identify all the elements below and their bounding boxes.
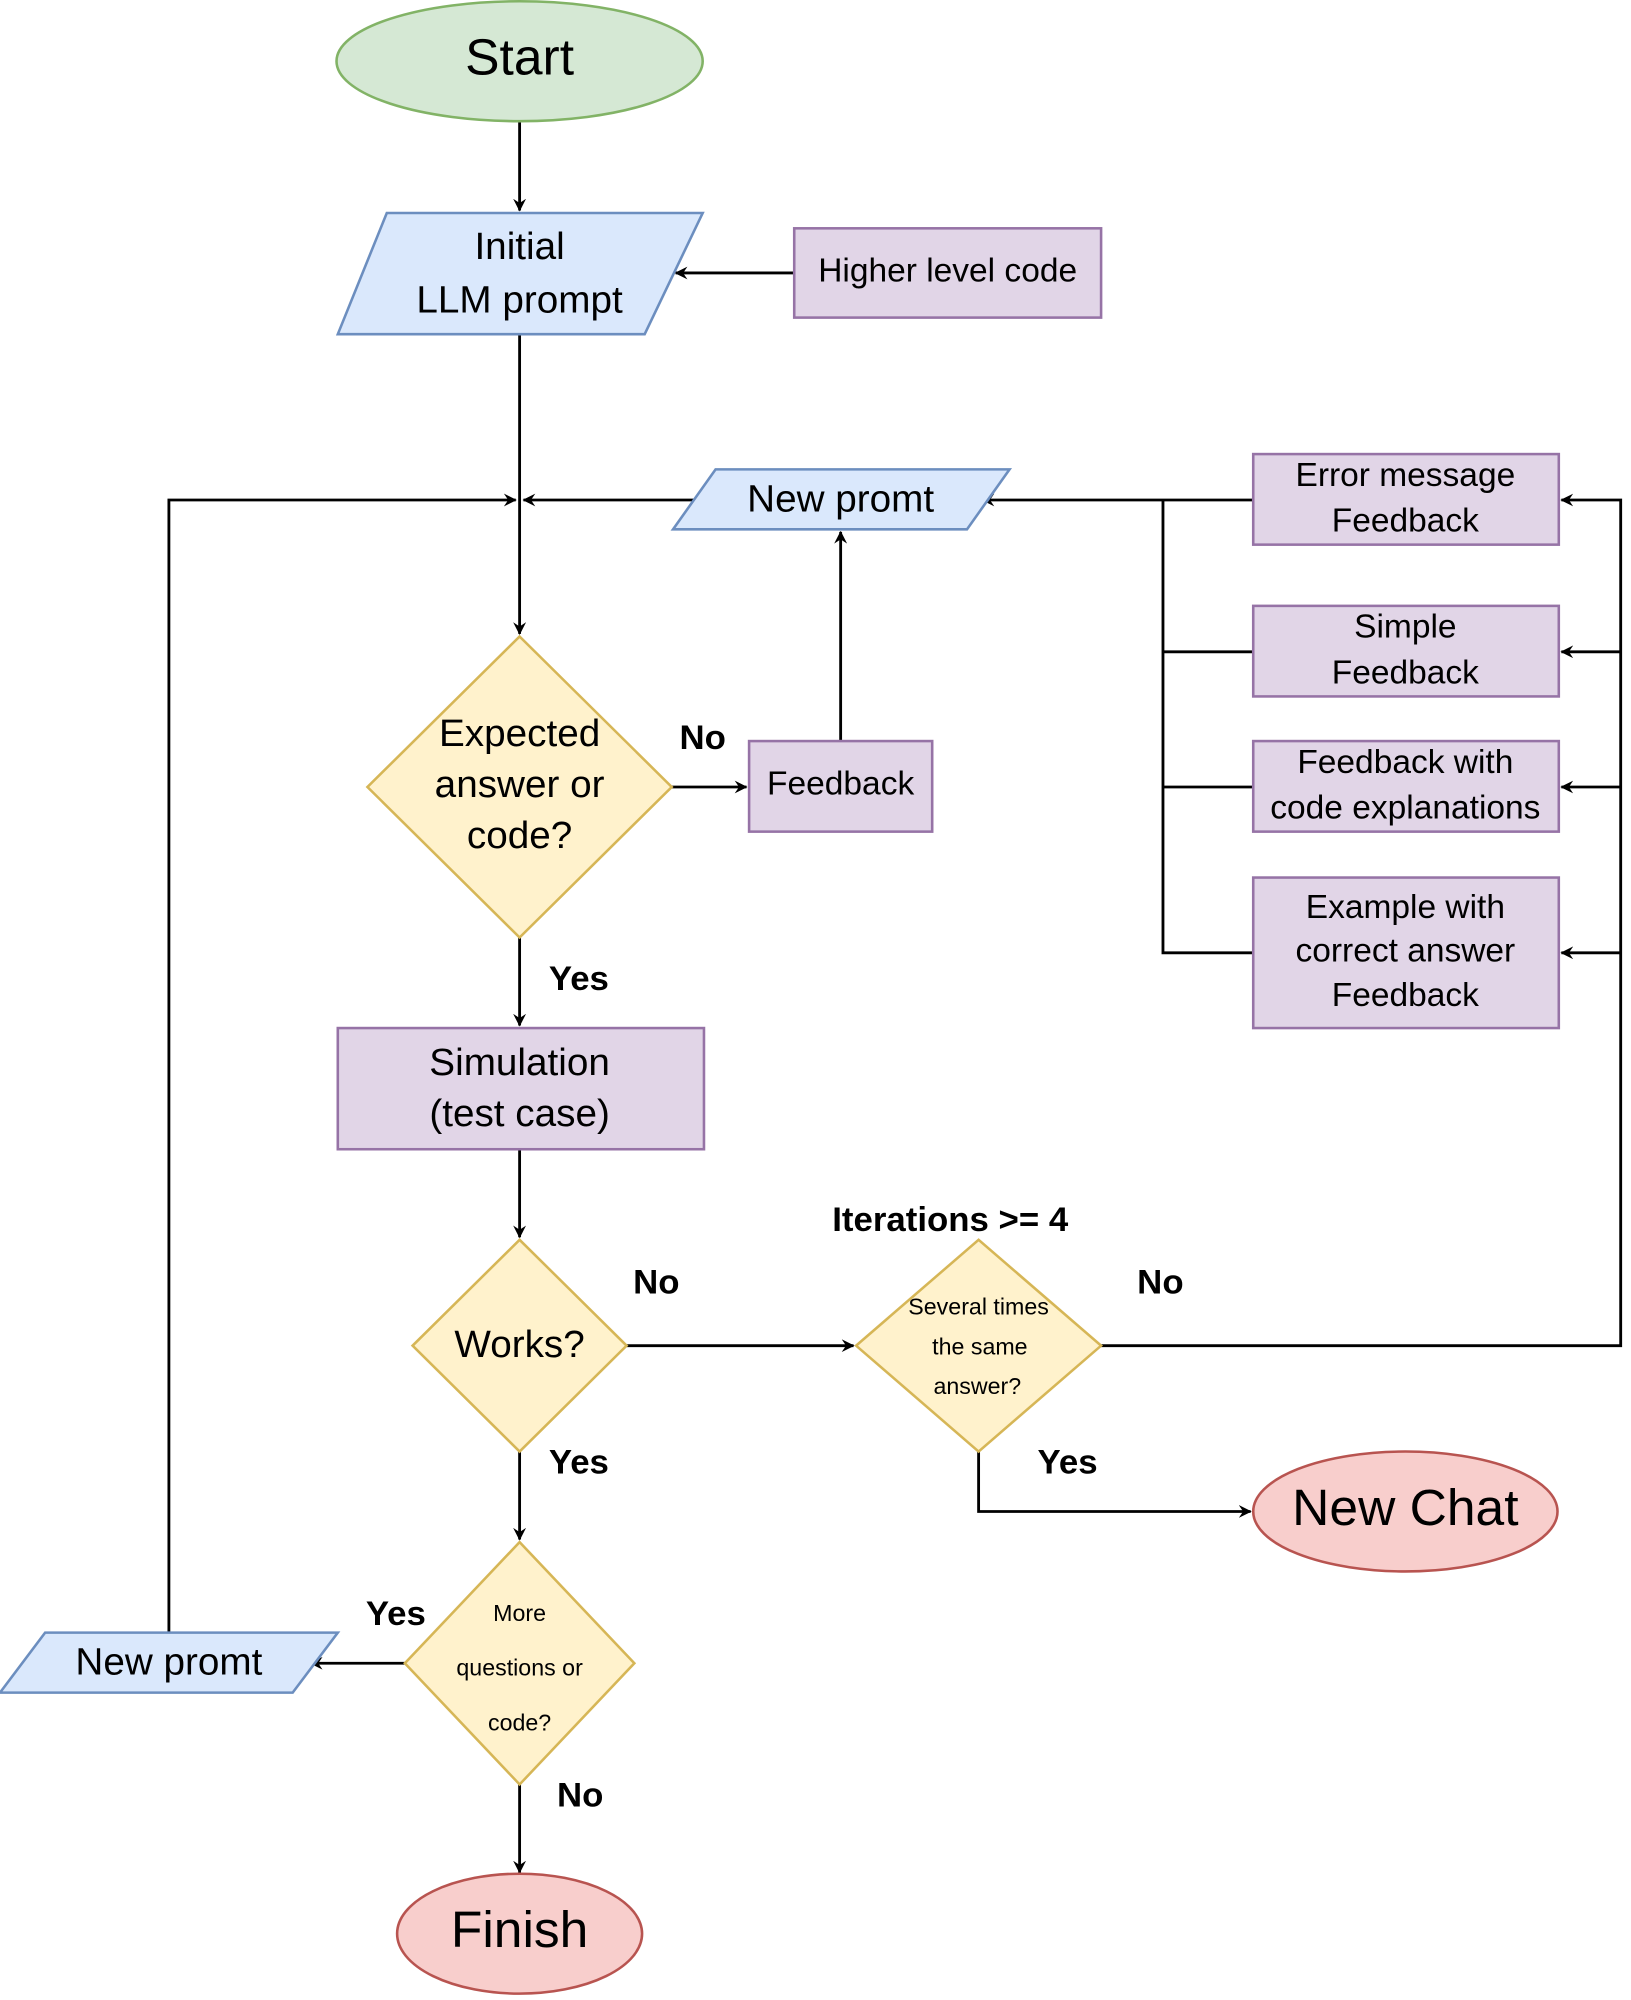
code-feedback-line2: code explanations [1270, 790, 1540, 827]
initial-prompt-line1: Initial [474, 225, 564, 268]
example-feedback-node: Example with correct answer Feedback [1251, 876, 1561, 1030]
same-answer-line3: answer? [933, 1373, 1021, 1399]
simulation-line1: Simulation [429, 1041, 610, 1084]
example-feedback-line2: correct answer [1295, 933, 1515, 970]
more-line1: More [493, 1600, 546, 1626]
example-feedback-line3: Feedback [1332, 977, 1479, 1014]
example-feedback-line1: Example with [1306, 889, 1505, 926]
label-expected-yes: Yes [549, 960, 609, 998]
simulation-line2: (test case) [429, 1092, 610, 1135]
label-iterations: Iterations >= 4 [832, 1201, 1069, 1239]
edge-feedback-bus [1161, 500, 1254, 955]
expected-line1: Expected [439, 712, 600, 755]
works-label: Works? [454, 1323, 584, 1366]
initial-prompt-line2: LLM prompt [416, 279, 623, 322]
expected-decision-node: Expected answer or code? [365, 634, 674, 940]
label-works-no: No [633, 1264, 679, 1302]
new-prompt-bottom-node: New promt [0, 1631, 341, 1694]
higher-level-code-node: Higher level code [792, 227, 1103, 319]
simple-feedback-line1: Simple [1354, 609, 1456, 646]
feedback-node: Feedback [747, 739, 934, 833]
edge-same-yes-to-newchat [977, 1451, 1252, 1518]
same-answer-line2: the same [932, 1333, 1027, 1359]
start-label: Start [465, 29, 574, 86]
new-chat-label: New Chat [1292, 1479, 1518, 1536]
flowchart: Start Initial LLM prompt Higher level co… [0, 0, 1623, 1995]
simulation-node: Simulation (test case) [336, 1026, 706, 1151]
more-decision-node: More questions or code? [403, 1540, 637, 1787]
same-answer-line1: Several times [908, 1294, 1049, 1320]
feedback-label: Feedback [767, 766, 914, 803]
finish-node: Finish [395, 1872, 644, 1995]
more-line2: questions or [456, 1655, 583, 1681]
expected-line3: code? [467, 814, 572, 857]
error-feedback-node: Error message Feedback [1251, 452, 1561, 546]
label-same-yes: Yes [1038, 1444, 1098, 1482]
works-decision-node: Works? [410, 1237, 629, 1454]
label-more-yes: Yes [366, 1595, 426, 1633]
label-same-no: No [1137, 1264, 1183, 1302]
new-prompt-top-label: New promt [747, 478, 934, 521]
new-prompt-top-node: New promt [670, 468, 1013, 531]
simple-feedback-line2: Feedback [1332, 655, 1479, 692]
label-expected-no: No [679, 719, 725, 757]
new-prompt-bottom-label: New promt [75, 1641, 262, 1684]
label-works-yes: Yes [549, 1444, 609, 1482]
start-node: Start [335, 0, 704, 123]
error-feedback-line1: Error message [1295, 457, 1515, 494]
label-more-no: No [557, 1776, 603, 1814]
error-feedback-line2: Feedback [1332, 503, 1479, 540]
higher-level-code-label: Higher level code [818, 253, 1077, 290]
simple-feedback-node: Simple Feedback [1251, 604, 1561, 698]
initial-prompt-node: Initial LLM prompt [335, 211, 705, 336]
same-answer-decision-node: Several times the same answer? [854, 1238, 1104, 1454]
code-feedback-node: Feedback with code explanations [1251, 739, 1561, 833]
new-chat-node: New Chat [1251, 1450, 1559, 1573]
code-feedback-line1: Feedback with [1297, 744, 1513, 781]
expected-line2: answer or [435, 763, 605, 806]
finish-label: Finish [451, 1901, 589, 1958]
more-line3: code? [488, 1710, 551, 1736]
